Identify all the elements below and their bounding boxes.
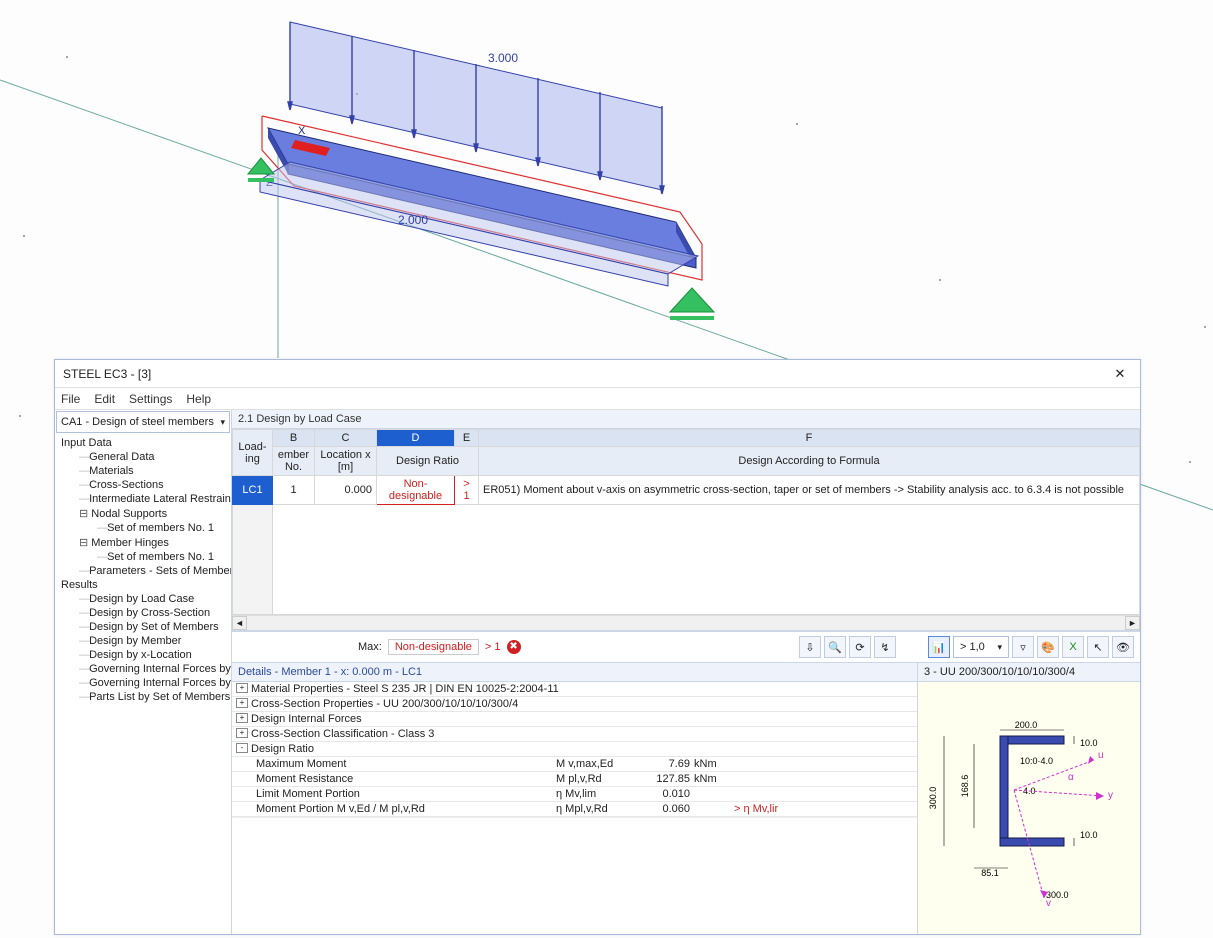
detail-row: Maximum MomentM v,max,Ed7.69kNm [232, 757, 917, 772]
main-panel: 2.1 Design by Load Case Load- ing B C D … [232, 410, 1140, 934]
results-section-title: 2.1 Design by Load Case [232, 410, 1140, 429]
tool-btn-2[interactable]: 🔍 [824, 636, 846, 658]
menubar: File Edit Settings Help [55, 388, 1140, 410]
col-formula: Design According to Formula [479, 447, 1140, 476]
sidebar: CA1 - Design of steel members▾ Input Dat… [55, 410, 232, 934]
svg-text:200.0: 200.0 [1015, 720, 1038, 730]
close-button[interactable]: ✕ [1108, 362, 1132, 386]
tree-item[interactable]: Input Data [55, 436, 231, 450]
tree-item[interactable]: Results [55, 578, 231, 592]
col-loading: Load- ing [233, 430, 273, 476]
tree-item[interactable]: Member Hinges [55, 535, 231, 550]
tree-item[interactable]: Design by Cross-Section [55, 606, 231, 620]
tree-item[interactable]: Design by x-Location [55, 648, 231, 662]
chevron-down-icon: ▾ [220, 417, 225, 428]
detail-node[interactable]: +Design Internal Forces [232, 712, 917, 727]
menu-help[interactable]: Help [186, 392, 211, 406]
tree-item[interactable]: General Data [55, 450, 231, 464]
load-value: 3.000 [488, 51, 518, 65]
tree-item[interactable]: Materials [55, 464, 231, 478]
tool-filter[interactable]: ▿ [1012, 636, 1034, 658]
tree-item[interactable]: Intermediate Lateral Restraints [55, 492, 231, 506]
dim-value: 2.000 [398, 213, 428, 227]
window-title: STEEL EC3 - [3] [63, 367, 1108, 381]
details-panel[interactable]: Details - Member 1 - x: 0.000 m - LC1 +M… [232, 663, 918, 934]
result-row[interactable]: LC1 1 0.000 Non-designable > 1 ER051) Mo… [233, 476, 1140, 505]
tree-item[interactable]: Nodal Supports [55, 506, 231, 521]
menu-file[interactable]: File [61, 392, 80, 406]
tree-item[interactable]: Set of members No. 1 [55, 521, 231, 535]
details-title: Details - Member 1 - x: 0.000 m - LC1 [232, 663, 917, 682]
tool-btn-1[interactable]: ⇩ [799, 636, 821, 658]
detail-node[interactable]: +Material Properties - Steel S 235 JR | … [232, 682, 917, 697]
tree-item[interactable]: Governing Internal Forces by S [55, 676, 231, 690]
tool-eye[interactable]: 👁 [1112, 636, 1134, 658]
tool-colors[interactable]: 🎨 [1037, 636, 1059, 658]
svg-text:u: u [1098, 750, 1104, 761]
grid-scrollbar[interactable]: ◄► [232, 615, 1140, 630]
tool-excel[interactable]: X [1062, 636, 1084, 658]
scale-dropdown[interactable]: > 1,0▾ [953, 636, 1009, 658]
axis-x-label: X [298, 125, 306, 137]
svg-text:10.0: 10.0 [1080, 738, 1098, 748]
case-dropdown[interactable]: CA1 - Design of steel members▾ [56, 411, 230, 433]
tree-item[interactable]: Design by Set of Members [55, 620, 231, 634]
col-member: ember No. [273, 447, 315, 476]
results-grid[interactable]: Load- ing B C D E F ember No. Location x… [232, 429, 1140, 631]
detail-node[interactable]: +Cross-Section Properties - UU 200/300/1… [232, 697, 917, 712]
tool-btn-chart[interactable]: 📊 [928, 636, 950, 658]
section-title: 3 - UU 200/300/10/10/10/300/4 [918, 663, 1140, 682]
detail-row: Limit Moment Portionη Mv,lim0.010 [232, 787, 917, 802]
svg-text:300.0: 300.0 [928, 787, 938, 810]
svg-text:y: y [1108, 790, 1113, 801]
svg-text:v: v [1046, 898, 1051, 909]
error-icon: ✖ [507, 640, 521, 654]
detail-node[interactable]: -Design Ratio [232, 742, 917, 757]
svg-text:10:0·4.0: 10:0·4.0 [1020, 756, 1053, 766]
tree-item[interactable]: Governing Internal Forces by M [55, 662, 231, 676]
tree-item[interactable]: Set of members No. 1 [55, 550, 231, 564]
section-diagram[interactable]: 200.0 10.0 10:0·4.0 10.0 4.0 300.0 168.6… [918, 682, 1140, 934]
tree-item[interactable]: Cross-Sections [55, 478, 231, 492]
section-diagram-panel: 3 - UU 200/300/10/10/10/300/4 200.0 10.0… [918, 663, 1140, 934]
tool-btn-3[interactable]: ⟳ [849, 636, 871, 658]
tool-btn-4[interactable]: ↯ [874, 636, 896, 658]
tree-item[interactable]: Design by Load Case [55, 592, 231, 606]
tree-item[interactable]: Parameters - Sets of Members [55, 564, 231, 578]
svg-text:168.6: 168.6 [960, 775, 970, 798]
menu-settings[interactable]: Settings [129, 392, 172, 406]
detail-node[interactable]: +Cross-Section Classification - Class 3 [232, 727, 917, 742]
tree-item[interactable]: Parts List by Set of Members [55, 690, 231, 704]
svg-text:85.1: 85.1 [981, 868, 999, 878]
svg-text:10.0: 10.0 [1080, 830, 1098, 840]
max-status: Non-designable [388, 639, 479, 655]
titlebar[interactable]: STEEL EC3 - [3] ✕ [55, 360, 1140, 388]
tree-item[interactable]: Design by Member [55, 634, 231, 648]
tool-pick[interactable]: ↖ [1087, 636, 1109, 658]
col-design: Design Ratio [377, 447, 479, 476]
detail-row: Moment Portion M v,Ed / M pl,v,Rdη Mpl,v… [232, 802, 917, 817]
detail-row: Moment ResistanceM pl,v,Rd127.85kNm [232, 772, 917, 787]
svg-text:α: α [1068, 772, 1074, 783]
col-location: Location x [m] [315, 447, 377, 476]
navigation-tree[interactable]: Input DataGeneral DataMaterialsCross-Sec… [55, 434, 231, 934]
steel-ec3-window: STEEL EC3 - [3] ✕ File Edit Settings Hel… [54, 359, 1141, 935]
menu-edit[interactable]: Edit [94, 392, 115, 406]
max-bar: Max: Non-designable > 1 ✖ ⇩ 🔍 ⟳ ↯ 📊 > 1,… [232, 631, 1140, 663]
